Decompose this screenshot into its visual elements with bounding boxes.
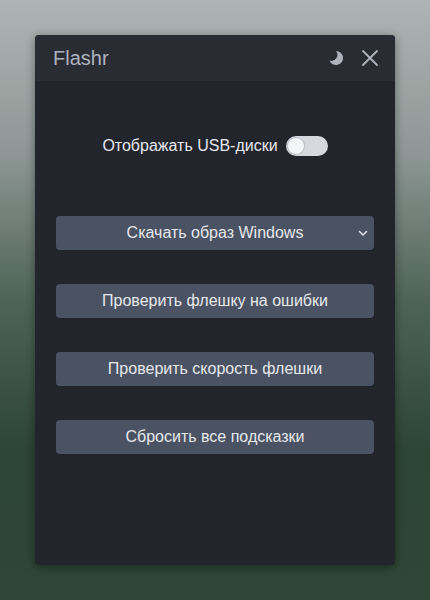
dropdown-label: Скачать образ Windows (127, 224, 304, 242)
button-label: Проверить скорость флешки (108, 360, 322, 378)
chevron-down-icon (358, 228, 368, 238)
button-label: Проверить флешку на ошибки (102, 292, 328, 310)
toggle-label: Отображать USB-диски (102, 137, 277, 155)
button-label: Сбросить все подсказки (125, 428, 304, 446)
usb-toggle-row: Отображать USB-диски (56, 136, 374, 156)
window-title: Flashr (53, 47, 109, 70)
action-button[interactable]: Проверить флешку на ошибки (56, 284, 374, 318)
download-dropdown[interactable]: Скачать образ Windows (56, 216, 374, 250)
action-button[interactable]: Проверить скорость флешки (56, 352, 374, 386)
close-icon[interactable] (361, 49, 379, 67)
action-button[interactable]: Сбросить все подсказки (56, 420, 374, 454)
usb-toggle[interactable] (286, 136, 328, 156)
app-window: Flashr Отображать USB-диски Скачать обра… (35, 35, 395, 565)
toggle-knob (288, 138, 304, 154)
desktop: Flashr Отображать USB-диски Скачать обра… (0, 0, 430, 600)
title-bar: Flashr (35, 35, 395, 81)
moon-icon[interactable] (327, 49, 345, 67)
